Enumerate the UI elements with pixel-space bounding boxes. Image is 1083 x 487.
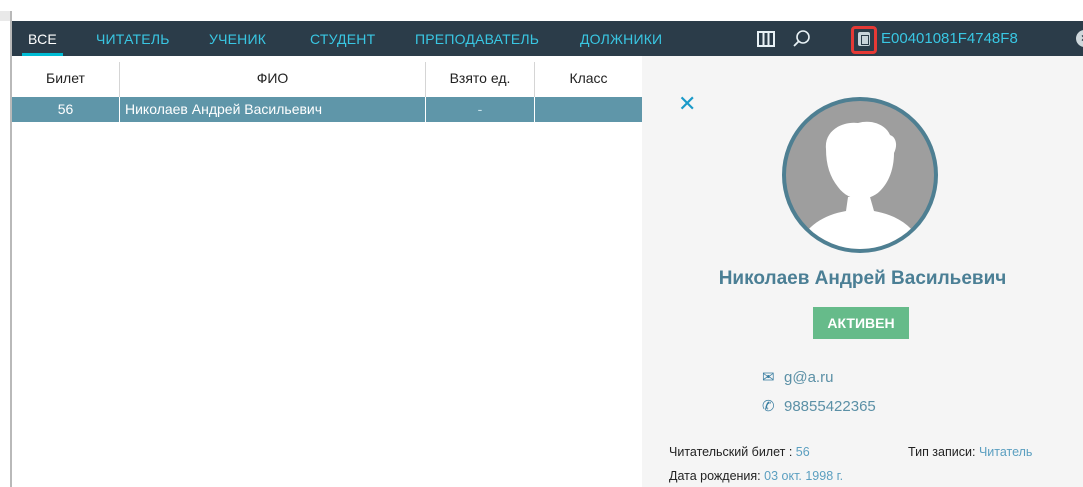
column-taken[interactable]: Взято ед. bbox=[426, 62, 535, 97]
tab-debtors[interactable]: ДОЛЖНИКИ bbox=[580, 21, 662, 56]
email-value[interactable]: g@a.ru bbox=[784, 369, 833, 386]
tab-reader[interactable]: ЧИТАТЕЛЬ bbox=[96, 21, 170, 56]
nav-bar: ВСЕ ЧИТАТЕЛЬ УЧЕНИК СТУДЕНТ ПРЕПОДАВАТЕЛ… bbox=[12, 21, 1083, 56]
tab-all[interactable]: ВСЕ bbox=[22, 21, 63, 56]
tab-teacher[interactable]: ПРЕПОДАВАТЕЛЬ bbox=[415, 21, 539, 56]
phone-line: ✆ 98855422365 bbox=[762, 397, 876, 415]
tab-student[interactable]: СТУДЕНТ bbox=[310, 21, 375, 56]
close-icon[interactable]: ✕ bbox=[678, 93, 696, 115]
ticket-value: 56 bbox=[795, 445, 810, 459]
birth-value: 03 окт. 1998 г. bbox=[764, 469, 844, 483]
profile-name: Николаев Андрей Васильевич bbox=[718, 268, 1007, 289]
rfid-code: E00401081F4748F8 bbox=[881, 30, 1018, 47]
rfid-card-glyph bbox=[858, 32, 870, 46]
tab-pupil[interactable]: УЧЕНИК bbox=[209, 21, 266, 56]
email-line: ✉ g@a.ru bbox=[762, 368, 833, 386]
column-class[interactable]: Класс bbox=[535, 62, 642, 97]
avatar bbox=[782, 97, 938, 253]
type-label: Тип записи: bbox=[908, 445, 979, 459]
phone-icon: ✆ bbox=[762, 398, 775, 415]
rfid-reader-icon[interactable] bbox=[851, 26, 877, 54]
birth-info: Дата рождения: 03 окт. 1998 г. bbox=[669, 469, 843, 483]
type-info: Тип записи: Читатель bbox=[908, 445, 1032, 459]
columns-icon[interactable] bbox=[756, 29, 776, 49]
table-row[interactable]: 56 Николаев Андрей Васильевич - bbox=[12, 97, 642, 122]
birth-label: Дата рождения: bbox=[669, 469, 765, 483]
status-badge: АКТИВЕН bbox=[813, 307, 909, 339]
clear-code-icon[interactable]: × bbox=[1076, 30, 1083, 47]
profile-panel: ✕ Николаев Андрей Васильевич АКТИВЕН ✉ g@… bbox=[642, 56, 1083, 487]
column-name[interactable]: ФИО bbox=[120, 62, 426, 97]
person-silhouette-icon bbox=[796, 121, 924, 249]
ticket-info: Читательский билет : 56 bbox=[669, 445, 810, 459]
ticket-label: Читательский билет : bbox=[669, 445, 796, 459]
column-ticket[interactable]: Билет bbox=[12, 62, 120, 97]
type-value: Читатель bbox=[978, 445, 1033, 459]
cell-class bbox=[535, 97, 642, 122]
cell-name: Николаев Андрей Васильевич bbox=[120, 97, 426, 122]
cell-ticket: 56 bbox=[12, 97, 120, 122]
cell-taken: - bbox=[426, 97, 535, 122]
envelope-icon: ✉ bbox=[762, 369, 775, 386]
phone-value[interactable]: 98855422365 bbox=[784, 398, 876, 415]
search-icon[interactable] bbox=[792, 29, 812, 49]
table-header: Билет ФИО Взято ед. Класс bbox=[12, 62, 642, 98]
